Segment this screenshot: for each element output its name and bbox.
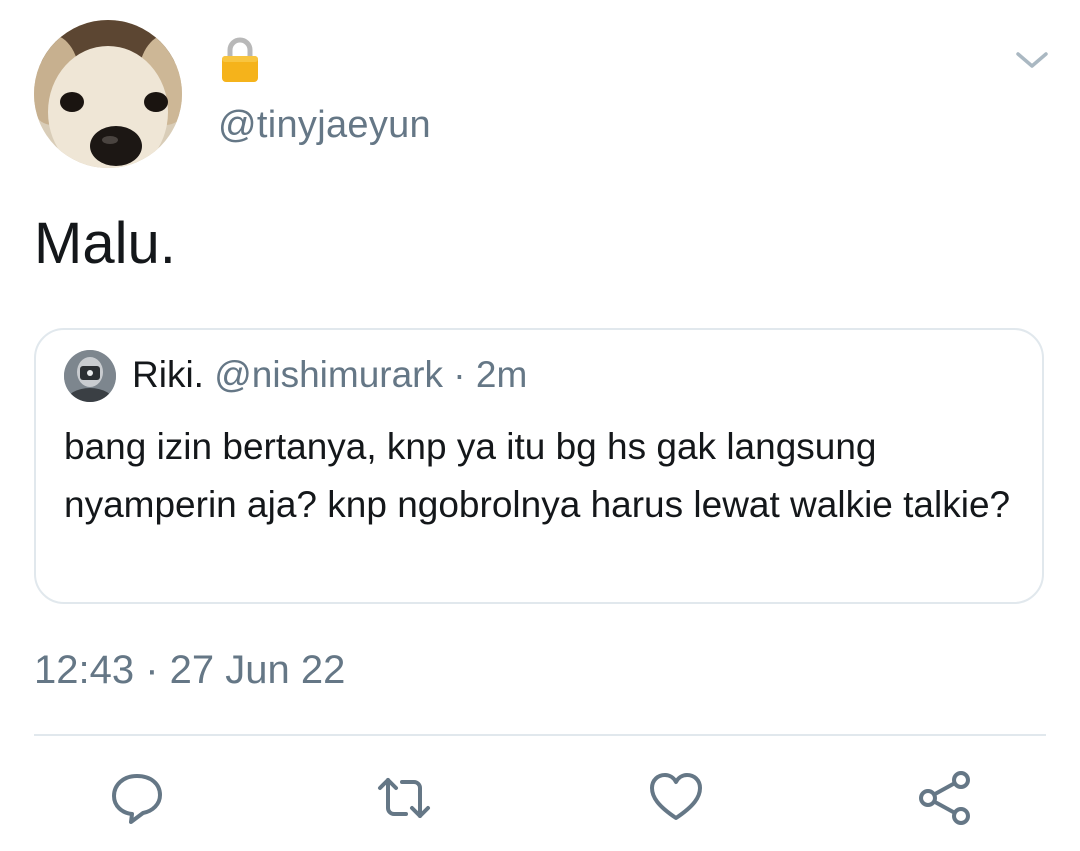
puppy-avatar-image	[34, 20, 182, 168]
quoted-avatar-image	[64, 350, 116, 402]
retweet-icon	[378, 778, 430, 818]
quoted-tweet-text: bang izin bertanya, knp ya itu bg hs gak…	[64, 426, 1011, 525]
lock-icon	[220, 36, 260, 84]
like-button[interactable]	[648, 770, 704, 826]
like-icon	[650, 773, 702, 820]
reply-button[interactable]	[109, 770, 165, 826]
quoted-author-meta: @nishimurark · 2m	[203, 354, 528, 395]
tweet-timestamp[interactable]: 12:43 · 27 Jun 22	[34, 648, 345, 693]
divider	[34, 734, 1046, 736]
author-handle[interactable]: @tinyjaeyun	[218, 104, 431, 147]
reply-icon	[112, 774, 162, 824]
retweet-button[interactable]	[376, 770, 432, 826]
quoted-tweet-card[interactable]: Riki. @nishimurark · 2m bang izin bertan…	[34, 328, 1044, 604]
chevron-down-icon[interactable]	[1014, 46, 1050, 74]
quoted-author-avatar[interactable]	[64, 350, 116, 402]
tweet-text: Malu.	[34, 211, 176, 276]
share-icon	[919, 771, 970, 825]
quoted-author-name[interactable]: Riki.	[132, 354, 204, 395]
share-button[interactable]	[917, 770, 973, 826]
author-avatar[interactable]	[34, 20, 182, 168]
quoted-tweet-header: Riki. @nishimurark · 2m	[132, 354, 527, 396]
